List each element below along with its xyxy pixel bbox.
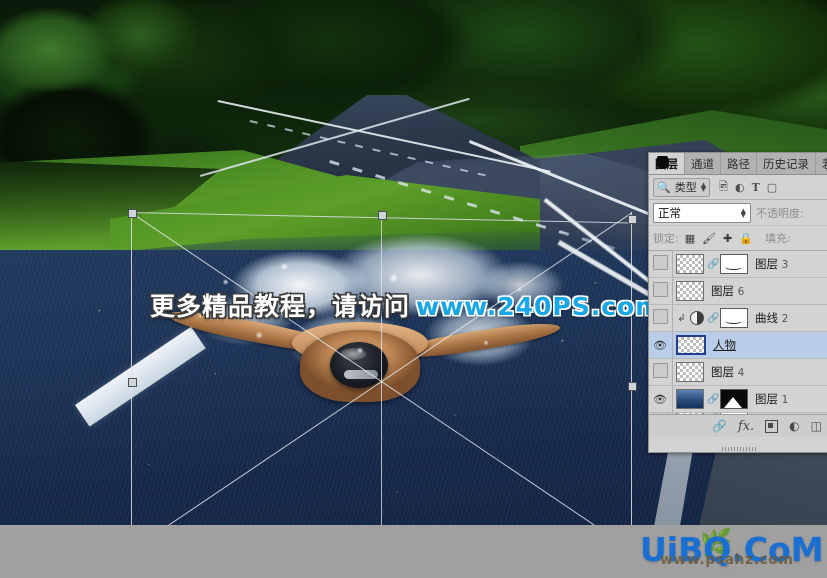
layer-thumbnail[interactable] [676,335,706,355]
fill-label: 填充: [765,230,791,246]
new-group-icon[interactable]: ◫ [811,419,822,433]
transform-handle-top-center[interactable] [378,211,387,220]
add-mask-icon[interactable] [765,420,778,433]
layer-visibility-toggle[interactable] [651,363,669,381]
layer-visibility-toggle[interactable] [651,282,669,300]
lock-position-icon[interactable]: ✚ [723,232,732,245]
clipping-mask-icon: ↲ [676,313,687,324]
layer-style-fx-icon[interactable]: fx. [738,419,754,434]
column-divider [672,251,673,277]
chevron-updown-icon[interactable]: ▲▼ [741,209,746,217]
adjustment-layer-icon[interactable]: ◐ [789,419,799,433]
tab-overflow[interactable]: 若 [816,153,827,174]
mask-link-icon[interactable]: 🔗 [707,313,717,324]
layer-visibility-toggle[interactable]: 👁 [651,339,669,352]
column-divider [672,332,673,358]
lock-label: 锁定: [653,230,679,246]
layer-thumbnail[interactable] [676,281,704,301]
watermark-url-text: www.240PS.com [416,292,662,321]
mask-link-icon[interactable]: 🔗 [707,413,717,414]
transform-handle-middle-left[interactable] [128,378,137,387]
table-row[interactable]: 图层 4 [649,359,827,386]
blend-mode-value: 正常 [658,205,681,221]
table-row[interactable]: 👁 🔗 图层 1 [649,386,827,413]
layer-thumbnail[interactable] [676,413,704,414]
layers-panel-footer[interactable]: 🔗 fx. ◐ ◫ [649,414,827,437]
blend-mode-row[interactable]: 正常 ▲▼ 不透明度: [649,200,827,226]
layer-name[interactable]: 图层 6 [711,283,744,299]
lock-row[interactable]: 锁定: ▦ 🖌 ✚ 🔒 填充: [649,226,827,251]
layer-mask-thumbnail[interactable] [720,389,748,409]
pixel-filter-icon[interactable]: 🖻 [719,178,728,197]
table-row[interactable]: 🔗 图层 3 [649,251,827,278]
layer-mask-thumbnail[interactable] [720,413,748,414]
panel-tab-bar[interactable]: 图层 通道 路径 历史记录 若 [649,153,827,175]
layer-thumbnail[interactable] [676,254,704,274]
layer-visibility-toggle[interactable] [651,413,669,414]
lock-image-icon[interactable]: 🖌 [702,232,716,245]
layer-name[interactable]: 曲线 2 [755,310,788,326]
layer-visibility-toggle[interactable]: 👁 [651,393,669,406]
filter-kind-dropdown[interactable]: 🔍 类型 ▲▼ [653,178,710,197]
opacity-label: 不透明度: [756,205,804,221]
search-icon: 🔍 [657,181,671,194]
link-layers-icon[interactable]: 🔗 [712,419,727,433]
free-transform-box[interactable] [131,212,632,525]
watermark-chinese-text: 更多精品教程，请访问 [150,292,410,321]
layer-mask-thumbnail[interactable] [720,254,748,274]
layer-name[interactable]: 图层 4 [711,364,744,380]
watermark: 更多精品教程，请访问www.240PS.com [150,287,662,323]
transform-center-line [381,212,382,525]
layer-filter-row[interactable]: 🔍 类型 ▲▼ 🖻 ◐ T ▢ [649,175,827,200]
layer-thumbnail[interactable] [676,362,704,382]
transform-handle-top-left[interactable] [128,209,137,218]
shape-filter-icon[interactable]: ▢ [767,181,777,194]
tab-channels[interactable]: 通道 [685,153,721,174]
chevron-updown-icon[interactable]: ▲▼ [701,183,706,191]
site-logo-subtext: www.psahz.com [660,552,793,568]
tab-history[interactable]: 历史记录 [757,153,816,174]
column-divider [672,413,673,414]
table-row[interactable]: 👁 人物 [649,332,827,359]
column-divider [672,386,673,412]
lock-transparency-icon[interactable]: ▦ [685,232,695,245]
transform-edge-right [631,212,632,525]
layers-panel[interactable]: 图层 通道 路径 历史记录 若 🔍 类型 ▲▼ 🖻 ◐ T ▢ 正常 ▲▼ [648,152,827,453]
layer-name[interactable]: 图层 3 [755,256,788,272]
transform-handle-middle-right[interactable] [628,382,637,391]
mask-link-icon[interactable]: 🔗 [707,259,717,270]
layer-name[interactable]: 人物 [713,337,736,353]
column-divider [672,359,673,385]
mask-link-icon[interactable]: 🔗 [707,394,717,405]
adjustment-layer-icon[interactable] [690,311,704,325]
layer-visibility-toggle[interactable] [651,309,669,327]
adjustment-filter-icon[interactable]: ◐ [735,181,745,194]
column-divider [672,305,673,331]
filter-kind-label: 类型 [675,179,697,195]
layer-visibility-toggle[interactable] [651,255,669,273]
layer-thumbnail[interactable] [676,389,704,409]
blend-mode-select[interactable]: 正常 ▲▼ [653,203,751,223]
layer-name[interactable]: 图层 1 [755,391,788,407]
layers-list[interactable]: 🔗 图层 3 图层 6 ↲ 🔗 曲线 2 👁 [649,251,827,414]
panel-resize-grip[interactable] [722,447,756,451]
lock-all-icon[interactable]: 🔒 [739,232,753,245]
transform-edge-left [131,212,132,525]
tab-paths[interactable]: 路径 [721,153,757,174]
transform-handle-top-right[interactable] [628,215,637,224]
type-filter-icon[interactable]: T [752,181,760,194]
column-divider [672,278,673,304]
curves-mask-thumbnail[interactable] [720,308,748,328]
table-row[interactable]: 图层 6 [649,278,827,305]
photoshop-window: 更多精品教程，请访问www.240PS.com 🌿 UiBQ.CoM www.p… [0,0,827,578]
table-row[interactable]: ↲ 🔗 曲线 2 [649,305,827,332]
